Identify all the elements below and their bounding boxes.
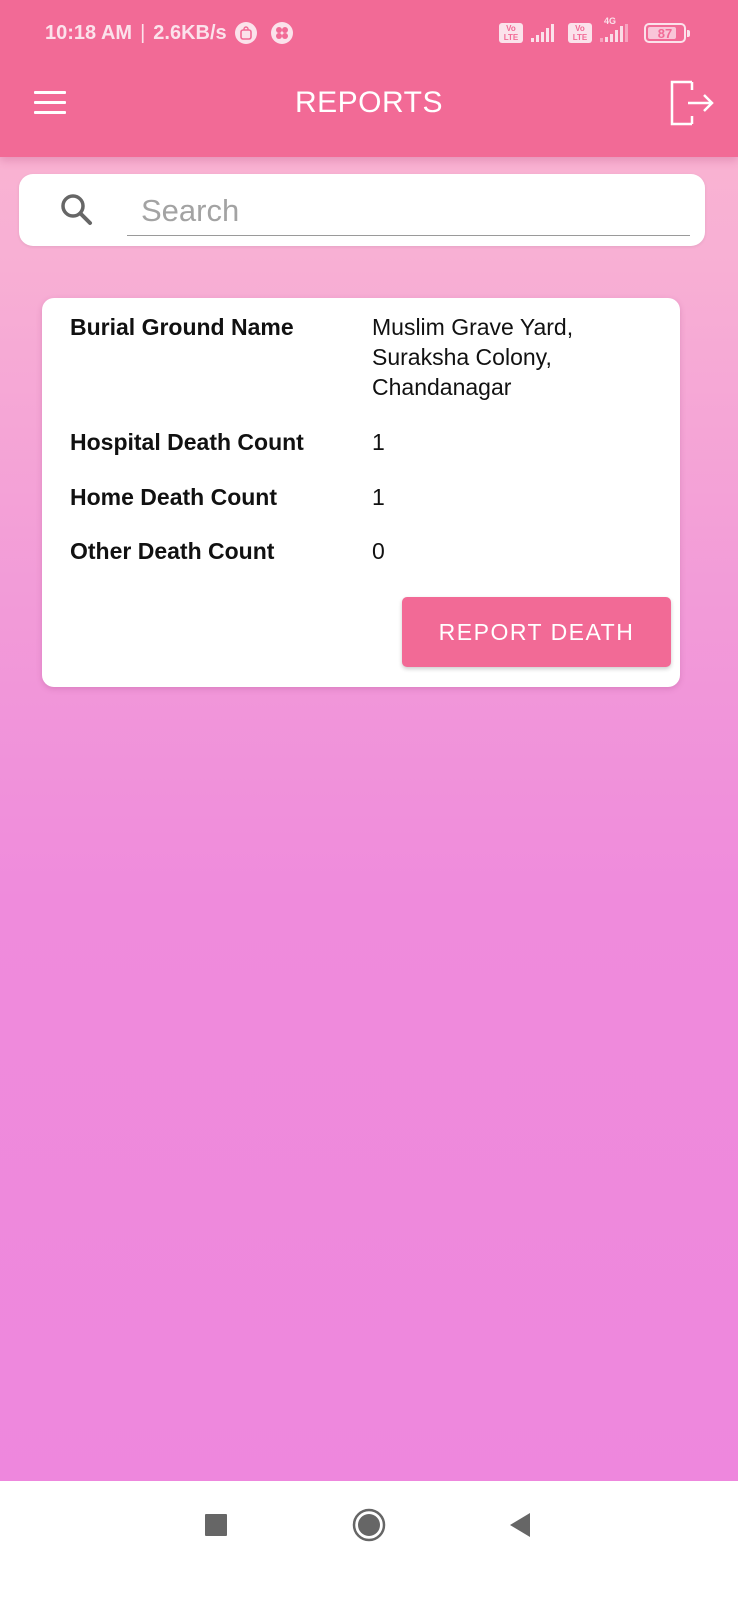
other-death-row: Other Death Count 0 [70, 536, 660, 566]
hospital-death-row: Hospital Death Count 1 [70, 427, 660, 457]
app-bar: 10:18 AM | 2.6KB/s Vo LTE Vo LTE 4G 87 R… [0, 0, 738, 157]
status-time: 10:18 AM [45, 21, 133, 44]
home-death-row: Home Death Count 1 [70, 482, 660, 512]
jio-bag-icon [234, 22, 257, 44]
status-bar-left: 10:18 AM | 2.6KB/s [45, 20, 293, 46]
logout-icon[interactable] [668, 78, 716, 128]
page-title: REPORTS [295, 86, 443, 119]
recents-icon[interactable] [205, 1514, 227, 1536]
signal-icon [531, 24, 554, 42]
other-death-label: Other Death Count [70, 538, 275, 564]
status-separator: | [140, 21, 146, 44]
signal-4g-icon: 4G [600, 16, 628, 42]
home-icon[interactable] [352, 1508, 386, 1542]
app-flower-icon [270, 22, 293, 44]
burial-ground-value: Muslim Grave Yard, Suraksha Colony, Chan… [372, 314, 574, 400]
back-icon[interactable] [508, 1512, 532, 1538]
home-death-value: 1 [372, 484, 385, 510]
search-icon [59, 192, 95, 228]
home-death-label: Home Death Count [70, 484, 277, 510]
battery-level: 87 [657, 25, 673, 41]
other-death-value: 0 [372, 538, 385, 564]
volte-icon: Vo LTE [568, 23, 592, 43]
burial-ground-row: Burial Ground Name Muslim Grave Yard, Su… [70, 312, 660, 402]
hospital-death-label: Hospital Death Count [70, 429, 304, 455]
network-speed: 2.6KB/s [153, 21, 227, 44]
status-bar-right: Vo LTE Vo LTE 4G 87 [499, 16, 690, 46]
battery-icon: 87 [644, 23, 690, 43]
report-death-button[interactable]: REPORT DEATH [402, 597, 671, 667]
search-bar [19, 174, 705, 246]
search-input[interactable] [127, 186, 690, 236]
system-nav-bar [0, 1481, 738, 1600]
status-bar: 10:18 AM | 2.6KB/s Vo LTE Vo LTE 4G 87 [0, 0, 738, 62]
hospital-death-value: 1 [372, 429, 385, 455]
burial-ground-label: Burial Ground Name [70, 314, 294, 340]
volte-icon: Vo LTE [499, 23, 523, 43]
report-card: Burial Ground Name Muslim Grave Yard, Su… [42, 298, 680, 687]
